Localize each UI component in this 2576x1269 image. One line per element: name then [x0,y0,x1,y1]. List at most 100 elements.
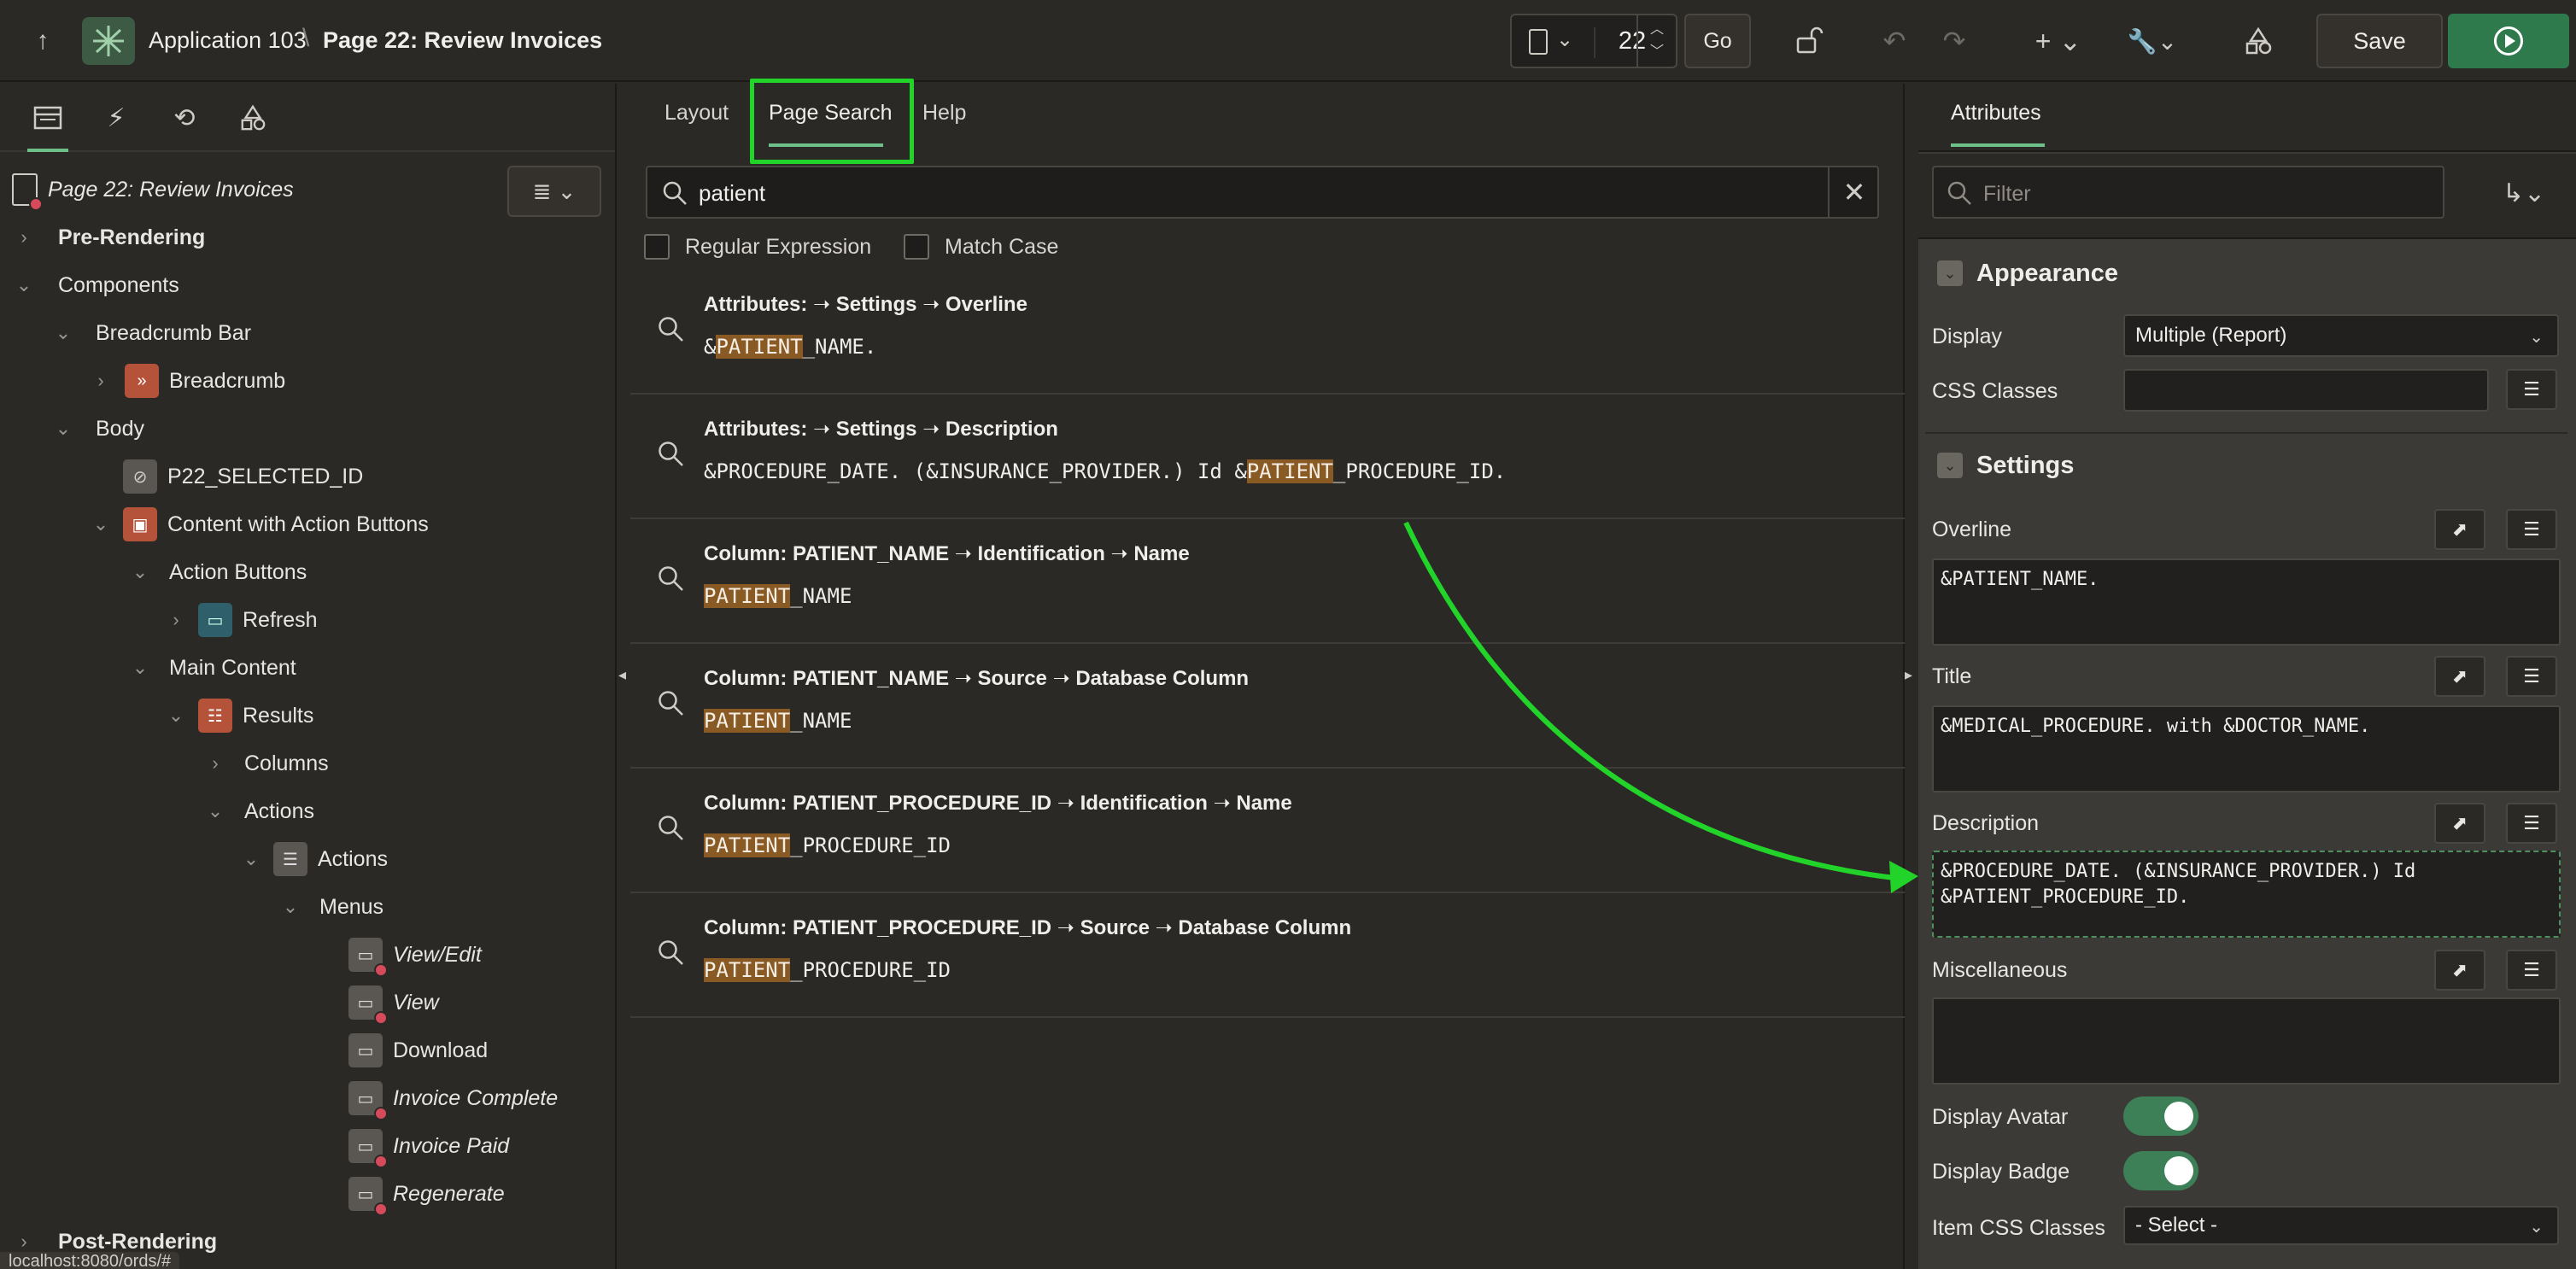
tab-attributes[interactable]: Attributes [1951,101,2041,126]
run-page-button[interactable] [2448,14,2569,68]
tab-help[interactable]: Help [922,101,966,126]
tab-shared-components[interactable] [227,96,278,140]
navigate-up-button[interactable]: ↑ [20,20,65,61]
tab-processing[interactable]: ⟲ [159,96,210,140]
match-case-checkbox[interactable]: Match Case [904,234,1058,260]
item-css-classes-select[interactable]: - Select - ⌄ [2123,1206,2559,1245]
chevron-down-icon[interactable]: ⌄ [89,513,113,535]
tab-layout[interactable]: Layout [664,101,729,126]
app-logo[interactable] [82,17,135,65]
tree-node-breadcrumb[interactable]: › » Breadcrumb [89,357,285,405]
chevron-up-icon[interactable]: ︿ [1650,19,1664,41]
tree-node-menus[interactable]: ⌄ Menus [278,883,383,931]
chevron-down-icon[interactable]: ⌄ [12,274,36,296]
chevron-down-icon[interactable]: ⌄ [1937,453,1963,478]
collapse-right-panel-button[interactable]: ▸ [1905,666,1918,700]
group-settings-header[interactable]: ⌄ Settings [1925,432,2567,497]
filter-input[interactable] [1983,179,2427,208]
chevron-down-icon[interactable]: ⌄ [164,705,188,727]
page-search-input[interactable] [699,178,1792,208]
search-result-item[interactable]: Column: PATIENT_NAME ➝ Identification ➝ … [630,519,1905,644]
tree-node-main-content[interactable]: ⌄ Main Content [128,644,296,692]
tab-dynamic-actions[interactable]: ⚡ [91,96,142,140]
app-name-link[interactable]: Application 103 [149,27,307,54]
tree-node-p22-selected-id[interactable]: ⊘ P22_SELECTED_ID [123,453,363,500]
tree-view-menu-button[interactable]: ≣ ⌄ [507,166,601,217]
display-badge-toggle[interactable] [2123,1151,2198,1190]
tree-node-actions-folder[interactable]: ⌄ Actions [203,787,314,835]
tree-node-regenerate[interactable]: ▭ Regenerate [348,1170,505,1218]
chevron-down-icon[interactable]: ⌄ [203,800,227,822]
description-expand-button[interactable]: ⬈ [2434,803,2485,844]
tree-node-invoice-paid[interactable]: ▭ Invoice Paid [348,1122,509,1170]
chevron-right-icon[interactable]: › [12,226,36,249]
tree-node-refresh[interactable]: › ▭ Refresh [164,596,318,644]
chevron-down-icon[interactable]: ⌄ [278,896,302,918]
search-result-item[interactable]: Column: PATIENT_PROCEDURE_ID ➝ Source ➝ … [630,893,1905,1018]
tree-node-breadcrumb-bar[interactable]: ⌄ Breadcrumb Bar [51,309,251,357]
save-button[interactable]: Save [2316,14,2443,68]
overline-expand-button[interactable]: ⬈ [2434,509,2485,550]
miscellaneous-list-button[interactable]: ☰ [2506,950,2557,991]
css-classes-list-button[interactable]: ☰ [2506,369,2557,410]
tree-node-page[interactable]: Page 22: Review Invoices [12,166,294,213]
display-select[interactable]: Multiple (Report) ⌄ [2123,314,2559,357]
tree-node-action-buttons[interactable]: ⌄ Action Buttons [128,548,307,596]
miscellaneous-textarea[interactable] [1932,997,2561,1085]
title-expand-button[interactable]: ⬈ [2434,656,2485,697]
search-result-item[interactable]: Attributes: ➝ Settings ➝ Description &PRO… [630,395,1905,519]
description-textarea[interactable]: &PROCEDURE_DATE. (&INSURANCE_PROVIDER.) … [1932,851,2561,938]
tree-node-components[interactable]: ⌄ Components [12,261,179,309]
title-list-button[interactable]: ☰ [2506,656,2557,697]
redo-icon: ↷ [1942,26,1966,56]
chevron-right-icon[interactable]: › [203,752,227,775]
property-editor-panel: Attributes ↳⌄ ⌄ Appearance Display Multi… [1918,84,2576,1269]
create-menu-button[interactable]: + ⌄ [2024,17,2093,65]
group-appearance-header[interactable]: ⌄ Appearance [1925,241,2567,306]
page-number-spinner[interactable]: ︿ ﹀ [1636,15,1676,67]
chevron-right-icon[interactable]: › [164,609,188,631]
chevron-right-icon[interactable]: › [89,370,113,392]
overline-list-button[interactable]: ☰ [2506,509,2557,550]
redo-button[interactable]: ↷ [1930,17,1978,65]
tree-node-view-edit[interactable]: ▭ View/Edit [348,931,482,979]
tree-node-download[interactable]: ▭ Download [348,1026,488,1074]
css-classes-input[interactable] [2123,369,2489,412]
overline-textarea[interactable]: &PATIENT_NAME. [1932,558,2561,646]
tree-node-content-with-action-buttons[interactable]: ⌄ ▣ Content with Action Buttons [89,500,429,548]
chevron-down-icon[interactable]: ⌄ [128,561,152,583]
utilities-menu-button[interactable]: 🔧⌄ [2118,17,2187,65]
tree-node-view[interactable]: ▭ View [348,979,439,1026]
go-button[interactable]: Go [1684,14,1751,68]
chevron-down-icon[interactable]: ⌄ [51,322,75,344]
tree-node-pre-rendering[interactable]: › Pre-Rendering [12,213,205,261]
title-textarea[interactable]: &MEDICAL_PROCEDURE. with &DOCTOR_NAME. [1932,705,2561,792]
page-lock-button[interactable] [1785,17,1833,65]
tree-node-invoice-complete[interactable]: ▭ Invoice Complete [348,1074,558,1122]
tree-node-results[interactable]: ⌄ ☷ Results [164,692,313,740]
chevron-down-icon[interactable]: ⌄ [1937,260,1963,286]
go-to-group-button[interactable]: ↳⌄ [2485,169,2562,217]
undo-button[interactable]: ↶ [1871,17,1918,65]
chevron-down-icon[interactable]: ⌄ [51,418,75,440]
search-result-item[interactable]: Column: PATIENT_PROCEDURE_ID ➝ Identific… [630,769,1905,893]
tab-rendering[interactable] [22,96,73,152]
checkbox-box[interactable] [904,234,929,260]
display-avatar-toggle[interactable] [2123,1096,2198,1136]
tree-node-actions[interactable]: ⌄ ☰ Actions [239,835,388,883]
description-list-button[interactable]: ☰ [2506,803,2557,844]
chevron-down-icon[interactable]: ﹀ [1650,41,1664,63]
search-result-item[interactable]: Column: PATIENT_NAME ➝ Source ➝ Database… [630,644,1905,769]
tree-node-columns[interactable]: › Columns [203,740,328,787]
chevron-right-icon[interactable]: › [12,1231,36,1253]
collapse-left-panel-button[interactable]: ◂ [618,666,630,700]
chevron-down-icon[interactable]: ⌄ [239,848,263,870]
miscellaneous-expand-button[interactable]: ⬈ [2434,950,2485,991]
shared-components-button[interactable] [2234,17,2282,65]
checkbox-box[interactable] [644,234,670,260]
clear-search-button[interactable]: ✕ [1828,167,1879,217]
chevron-down-icon[interactable]: ⌄ [128,657,152,679]
search-result-item[interactable]: Attributes: ➝ Settings ➝ Overline &PATIEN… [630,270,1905,395]
regular-expression-checkbox[interactable]: Regular Expression [644,234,871,260]
tree-node-body[interactable]: ⌄ Body [51,405,144,453]
